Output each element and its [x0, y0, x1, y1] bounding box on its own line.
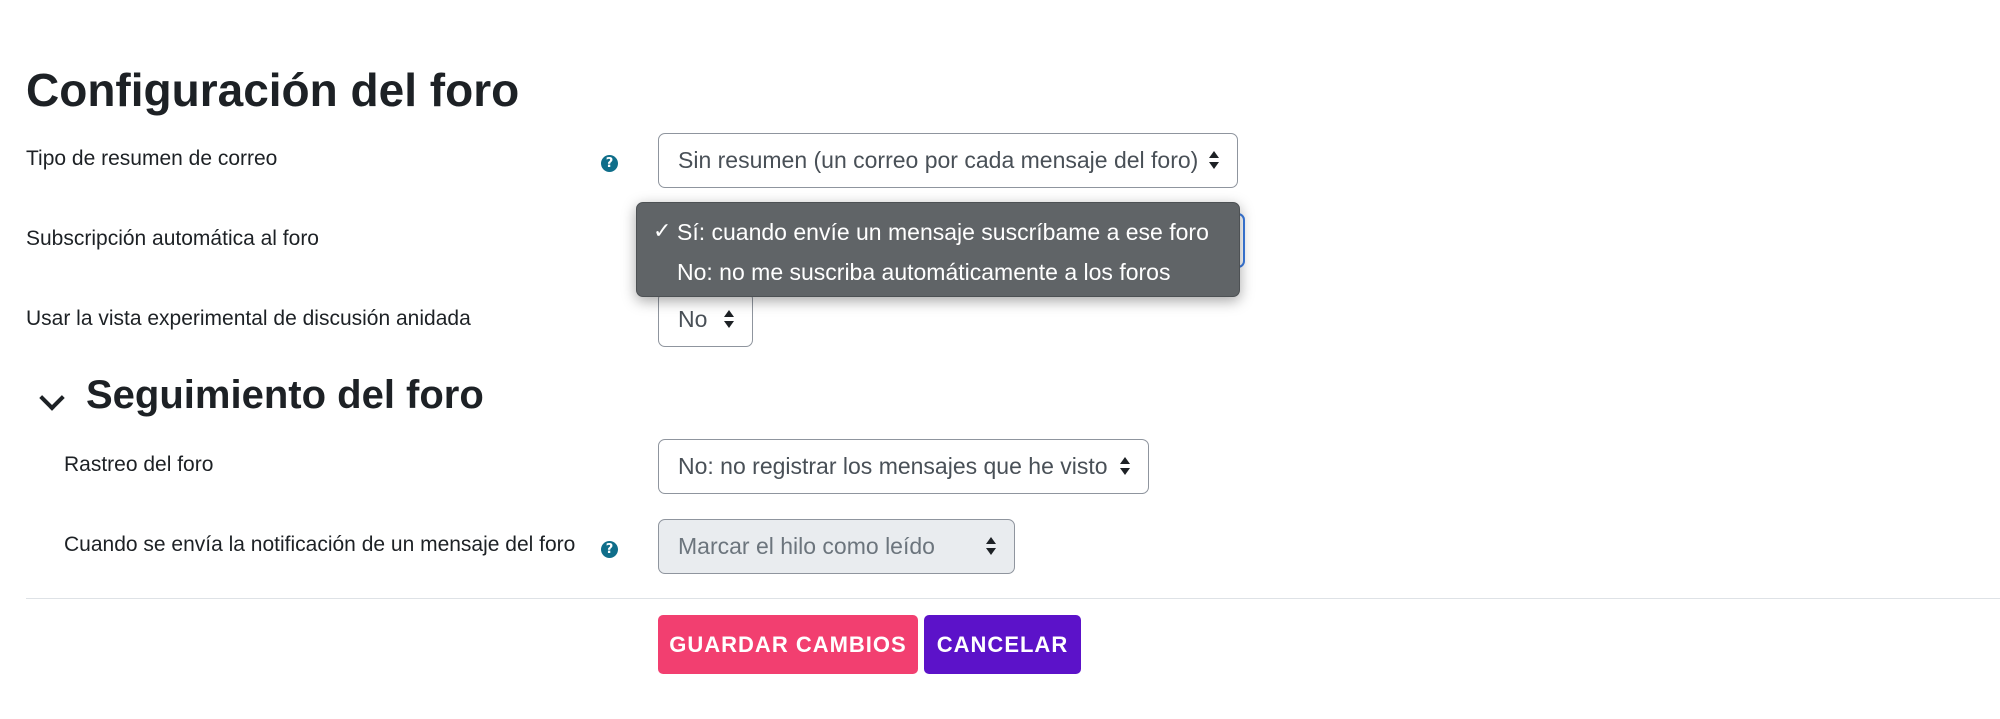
digest-select[interactable]: Sin resumen (un correo por cada mensaje …: [658, 133, 1238, 188]
nested-view-select-value: No: [678, 306, 708, 332]
save-button[interactable]: GUARDAR CAMBIOS: [658, 615, 918, 674]
autosubscribe-label: Subscripción automática al foro: [26, 227, 319, 250]
digest-label: Tipo de resumen de correo: [26, 147, 278, 170]
digest-select-value: Sin resumen (un correo por cada mensaje …: [678, 147, 1199, 173]
sort-arrows-icon: [1209, 151, 1220, 169]
question-circle-icon[interactable]: ?: [601, 155, 618, 172]
tracking-label: Rastreo del foro: [64, 453, 214, 476]
checkmark-icon: ✓: [653, 219, 672, 244]
cancel-button[interactable]: CANCELAR: [924, 615, 1081, 674]
nested-view-select[interactable]: No: [658, 292, 753, 347]
notification-select-value: Marcar el hilo como leído: [678, 533, 935, 559]
autosubscribe-dropdown: ✓ Sí: cuando envíe un mensaje suscríbame…: [636, 202, 1240, 297]
page-title: Configuración del foro: [26, 64, 520, 116]
section-title-tracking[interactable]: Seguimiento del foro: [86, 370, 484, 420]
divider: [26, 598, 2000, 599]
sort-arrows-icon: [724, 310, 735, 328]
sort-arrows-icon: [986, 537, 997, 555]
notification-select: Marcar el hilo como leído: [658, 519, 1015, 574]
autosubscribe-option-yes[interactable]: Sí: cuando envíe un mensaje suscríbame a…: [677, 217, 1209, 247]
tracking-select[interactable]: No: no registrar los mensajes que he vis…: [658, 439, 1149, 494]
notification-label: Cuando se envía la notificación de un me…: [64, 533, 576, 556]
chevron-down-icon[interactable]: [39, 385, 65, 411]
autosubscribe-option-no[interactable]: No: no me suscriba automáticamente a los…: [677, 257, 1170, 287]
question-circle-icon[interactable]: ?: [601, 541, 618, 558]
tracking-select-value: No: no registrar los mensajes que he vis…: [678, 453, 1108, 479]
sort-arrows-icon: [1120, 457, 1131, 475]
nested-view-label: Usar la vista experimental de discusión …: [26, 307, 471, 330]
